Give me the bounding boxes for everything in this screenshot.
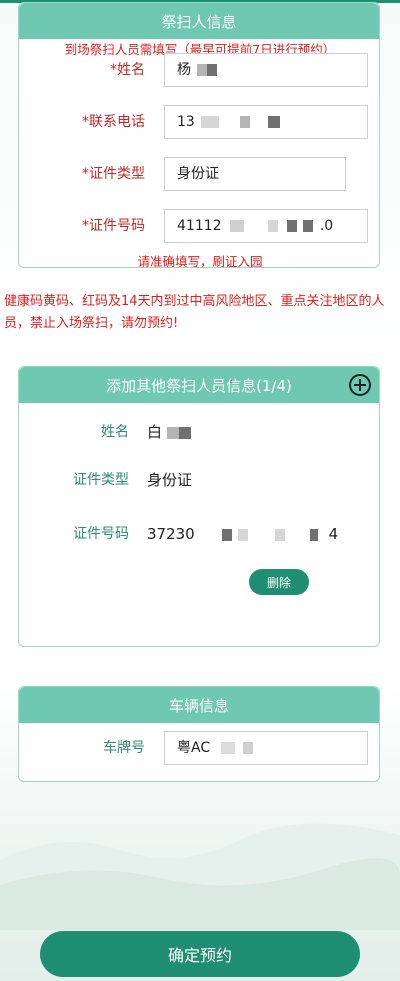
redaction-mask — [197, 64, 208, 76]
plate-input[interactable]: 粤AC — [164, 731, 368, 765]
id-number-input[interactable]: 41112 .0 — [164, 209, 368, 243]
id-type-select[interactable]: 身份证 — [164, 157, 346, 191]
plate-row: 车牌号 粤AC — [19, 731, 381, 765]
phone-label: *联系电话 — [82, 114, 145, 130]
redaction-mask — [268, 220, 279, 232]
extra-name-label: 姓名 — [101, 424, 129, 440]
extra-name-row: 姓名 白 — [19, 415, 381, 449]
name-row: *姓名 杨 — [19, 53, 381, 87]
redaction-mask — [220, 742, 235, 754]
id-hint: 请准确填写，刷证入园 — [137, 254, 263, 269]
extra-id-number-row: 证件号码 37230 4 — [19, 517, 381, 551]
other-visitor-title: 添加其他祭扫人员信息(1/4) — [106, 376, 292, 395]
name-input[interactable]: 杨 — [164, 53, 368, 87]
mountain-background-decoration — [0, 823, 400, 930]
visitor-info-card: 祭扫人信息 到场祭扫人员需填写（最早可提前7日进行预约） *姓名 杨 *联系电话… — [18, 2, 381, 269]
phone-input[interactable]: 13 — [164, 105, 368, 139]
delete-visitor-button[interactable]: 删除 — [249, 569, 309, 595]
extra-id-type-value: 身份证 — [147, 471, 193, 489]
other-visitor-header: 添加其他祭扫人员信息(1/4) — [19, 367, 379, 403]
redaction-mask — [166, 426, 179, 439]
other-visitor-card: 添加其他祭扫人员信息(1/4) 姓名 白 证件类型 身份证 证件号码 37230… — [18, 366, 380, 647]
plate-label: 车牌号 — [103, 740, 145, 756]
confirm-booking-button[interactable]: 确定预约 — [40, 931, 360, 977]
id-number-label: *证件号码 — [82, 218, 145, 234]
vehicle-info-card: 车辆信息 车牌号 粤AC — [18, 686, 380, 782]
redaction-mask — [275, 528, 286, 541]
id-type-row: *证件类型 身份证 — [19, 157, 381, 191]
redaction-mask — [309, 528, 318, 541]
extra-id-type-label: 证件类型 — [73, 472, 129, 488]
visitor-info-header: 祭扫人信息 — [19, 3, 379, 39]
redaction-mask — [230, 220, 244, 232]
redaction-mask — [286, 220, 297, 232]
extra-id-number-value: 37230 4 — [147, 525, 339, 543]
phone-row: *联系电话 13 — [19, 105, 381, 139]
redaction-mask — [303, 220, 314, 232]
extra-name-value: 白 — [147, 415, 191, 449]
vehicle-info-title: 车辆信息 — [168, 696, 229, 715]
health-code-warning: 健康码黄码、红码及14天内到过中高风险地区、重点关注地区的人员，禁止入场祭扫，请… — [4, 294, 385, 331]
redaction-mask — [201, 116, 220, 128]
id-number-row: *证件号码 41112 .0 — [19, 209, 381, 243]
name-label: *姓名 — [110, 62, 145, 78]
redaction-mask — [268, 116, 281, 128]
extra-id-number-label: 证件号码 — [73, 526, 129, 542]
redaction-mask — [221, 528, 232, 541]
redaction-mask — [178, 426, 191, 439]
visitor-info-title: 祭扫人信息 — [161, 12, 237, 31]
id-type-label: *证件类型 — [82, 166, 145, 182]
add-visitor-plus-icon[interactable] — [349, 374, 371, 396]
redaction-mask — [239, 116, 250, 128]
extra-id-type-row: 证件类型 身份证 — [19, 463, 381, 497]
redaction-mask — [238, 528, 249, 541]
vehicle-info-header: 车辆信息 — [19, 687, 379, 723]
redaction-mask — [207, 64, 218, 76]
redaction-mask — [243, 742, 254, 754]
